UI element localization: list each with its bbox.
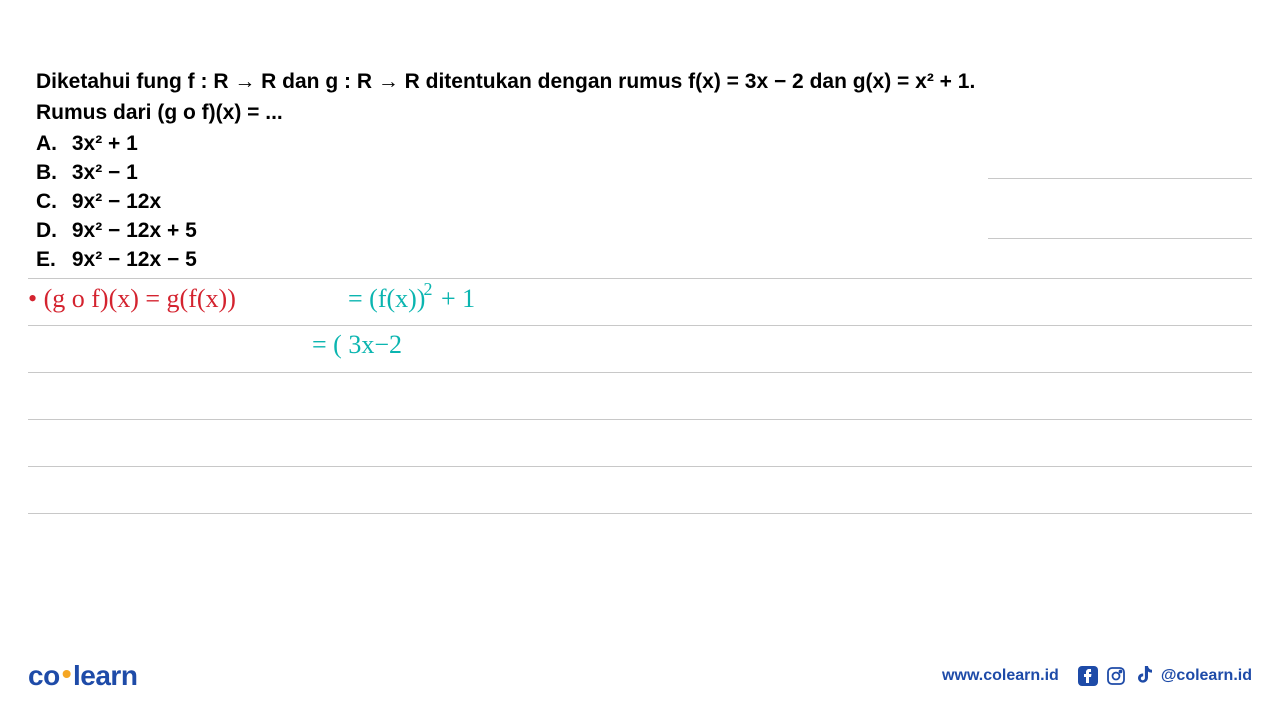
logo: co•learn [28, 660, 137, 692]
option-d: D. 9x² − 12x + 5 [36, 217, 1244, 246]
option-text: 3x² + 1 [72, 132, 138, 155]
option-label: E. [36, 246, 66, 275]
social-icons: @colearn.id [1077, 665, 1252, 687]
option-a: A. 3x² + 1 [36, 130, 1244, 159]
handwritten-superscript: 2 [423, 279, 432, 299]
ruled-short-line [988, 238, 1252, 239]
ruled-line [28, 373, 1252, 420]
option-label: A. [36, 130, 66, 159]
option-text: 3x² − 1 [72, 161, 138, 184]
ruled-line [28, 420, 1252, 467]
question-line-2: Rumus dari (g o f)(x) = ... [36, 99, 1244, 128]
question-line-1: Diketahui fung f : R → R dan g : R → R d… [36, 68, 1244, 97]
ruled-short-line [988, 178, 1252, 179]
handwritten-text: = (f(x)) [348, 284, 425, 313]
ruled-line [28, 326, 1252, 373]
option-c: C. 9x² − 12x [36, 188, 1244, 217]
footer-right: www.colearn.id @colearn.id [942, 665, 1252, 687]
option-text: 9x² − 12x + 5 [72, 219, 197, 242]
option-e: E. 9x² − 12x − 5 [36, 246, 1244, 275]
footer-url: www.colearn.id [942, 667, 1059, 685]
handwritten-text: + 1 [434, 284, 475, 313]
option-label: D. [36, 217, 66, 246]
social-handle: @colearn.id [1161, 667, 1252, 685]
option-text: 9x² − 12x [72, 190, 161, 213]
tiktok-icon [1133, 665, 1155, 687]
instagram-icon [1105, 665, 1127, 687]
handwritten-step-1-red: • (g o f)(x) = g(f(x)) [28, 284, 236, 314]
options-list: A. 3x² + 1 B. 3x² − 1 C. 9x² − 12x D. 9x… [36, 130, 1244, 275]
footer: co•learn www.colearn.id @colearn.id [0, 660, 1280, 692]
logo-co: co [28, 660, 60, 691]
logo-learn: learn [73, 660, 137, 691]
handwritten-step-1-teal: = (f(x))2 + 1 [348, 284, 475, 314]
option-text: 9x² − 12x − 5 [72, 248, 197, 271]
ruled-line [28, 467, 1252, 514]
facebook-icon [1077, 665, 1099, 687]
handwritten-step-2-teal: = ( 3x−2 [312, 330, 402, 360]
option-label: B. [36, 159, 66, 188]
logo-dot-icon: • [62, 658, 71, 690]
option-b: B. 3x² − 1 [36, 159, 1244, 188]
option-label: C. [36, 188, 66, 217]
